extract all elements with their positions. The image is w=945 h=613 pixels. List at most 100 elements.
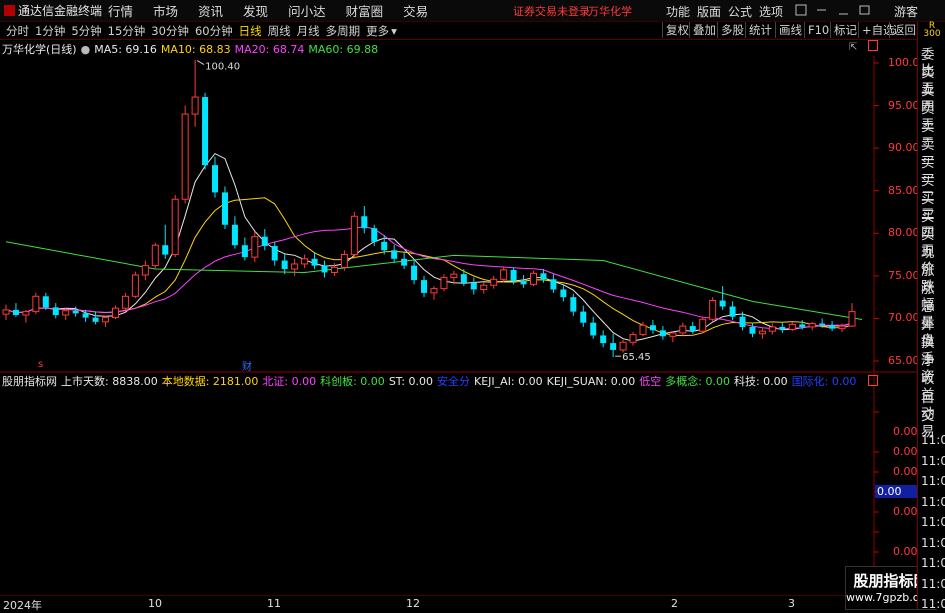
candle-body-24 bbox=[241, 245, 248, 258]
annot-high-arrow bbox=[196, 60, 205, 66]
indicator-item-1: 上市天数: 8838.00 bbox=[61, 375, 158, 388]
period-multi[interactable]: 多周期 bbox=[326, 23, 361, 39]
candles bbox=[2, 59, 856, 358]
candle-body-84 bbox=[838, 325, 846, 330]
sidebar-label-22[interactable]: 11:08 bbox=[921, 453, 945, 469]
sidebar-label-29[interactable]: 11:08 bbox=[921, 596, 945, 612]
candle-body-44 bbox=[440, 277, 448, 290]
skin-icon[interactable] bbox=[795, 4, 807, 16]
menu-item-wealth[interactable]: 财富圈 bbox=[346, 1, 384, 20]
indicator-item-0: 股朋指标网 bbox=[2, 375, 57, 388]
period-weekly[interactable]: 周线 bbox=[268, 23, 291, 39]
y2-label-3: 0.00 bbox=[893, 505, 918, 518]
candle-body-3 bbox=[32, 295, 40, 313]
sidebar-label-21[interactable]: 11:08 bbox=[921, 432, 945, 448]
s-marker[interactable]: s bbox=[38, 359, 43, 370]
candle-body-63 bbox=[629, 334, 637, 343]
candle-body-85 bbox=[848, 311, 856, 327]
sidebar-label-25[interactable]: 11:08 bbox=[921, 514, 945, 530]
menu-function[interactable]: 功能 bbox=[666, 3, 690, 20]
candle-body-69 bbox=[689, 326, 696, 332]
period-tick[interactable]: 分时 bbox=[6, 23, 29, 39]
period-more[interactable]: 更多 bbox=[366, 23, 389, 39]
menu-options[interactable]: 选项 bbox=[759, 3, 783, 20]
candle-body-82 bbox=[819, 323, 826, 326]
restore-rights-button[interactable]: 复权 bbox=[662, 22, 692, 38]
candle-body-26 bbox=[261, 236, 268, 247]
candle-body-51 bbox=[510, 269, 517, 281]
period-monthly[interactable]: 月线 bbox=[297, 23, 320, 39]
back-button[interactable]: 返回 bbox=[889, 22, 919, 38]
candle-body-28 bbox=[281, 260, 288, 270]
y-label-0: 100.0 bbox=[888, 56, 920, 69]
indicator-item-12: 国际化: 0.00 bbox=[791, 375, 857, 388]
candle-body-46 bbox=[460, 274, 467, 283]
period-5min[interactable]: 5分钟 bbox=[71, 23, 101, 39]
sidebar-label-24[interactable]: 11:08 bbox=[921, 494, 945, 510]
period-daily[interactable]: 日线 bbox=[239, 23, 262, 39]
candle-body-37 bbox=[371, 228, 378, 242]
menu-item-ask[interactable]: 问小达 bbox=[288, 1, 326, 20]
candle-body-27 bbox=[271, 246, 278, 261]
sidebar-top-tag[interactable]: R 300 bbox=[918, 22, 945, 39]
candle-body-17 bbox=[171, 198, 179, 256]
overlay-button[interactable]: 叠加 bbox=[689, 22, 719, 38]
cai-marker[interactable]: 财 bbox=[242, 358, 252, 373]
quote-sidebar: R 300 委比 卖五 卖四 卖三 卖二 卖一 买一 买二 买三 买四 买五 现价 涨跌 涨幅 总量 外盘 换手… bbox=[917, 22, 945, 612]
draw-line-button[interactable]: 画线 bbox=[775, 22, 805, 38]
pane-expand-icon[interactable]: ⇱ bbox=[849, 42, 857, 53]
candle-body-41 bbox=[411, 265, 418, 281]
candle-body-45 bbox=[450, 273, 458, 279]
guest-label[interactable]: 游客 bbox=[894, 3, 918, 20]
pane-close-icon[interactable] bbox=[868, 40, 878, 51]
candle-body-21 bbox=[212, 165, 219, 193]
indicator-close-icon[interactable] bbox=[868, 375, 878, 386]
period-60min[interactable]: 60分钟 bbox=[195, 23, 233, 39]
indicator-item-7: KEJI_AI: 0.00 bbox=[474, 374, 543, 388]
indicator-item-5: ST: 0.00 bbox=[388, 374, 434, 388]
period-15min[interactable]: 15分钟 bbox=[108, 23, 146, 39]
menu-item-trade[interactable]: 交易 bbox=[403, 1, 428, 20]
menu-item-market[interactable]: 市场 bbox=[153, 1, 178, 20]
x-tick-3: 3 bbox=[788, 597, 795, 610]
candle-body-43 bbox=[430, 288, 438, 294]
menu-layout[interactable]: 版面 bbox=[697, 3, 721, 20]
candle-body-58 bbox=[580, 311, 587, 323]
kline-chart[interactable]: 100.40 65.45 bbox=[0, 56, 917, 596]
indicator-item-4: 科创板: 0.00 bbox=[320, 375, 385, 388]
mark-button[interactable]: 标记 bbox=[830, 22, 860, 38]
candle-body-66 bbox=[659, 330, 666, 337]
chart-header: 万华化学(日线) ● MA5: 69.16 MA10: 68.83 MA20: … bbox=[2, 42, 378, 57]
maximize-icon[interactable] bbox=[859, 5, 870, 15]
period-bar: 分时 1分钟 5分钟 15分钟 30分钟 60分钟 日线 周线 月线 多周期 更… bbox=[0, 22, 945, 40]
candle-body-71 bbox=[709, 300, 717, 320]
chart-title: 万华化学(日线) bbox=[2, 43, 77, 56]
period-1min[interactable]: 1分钟 bbox=[35, 23, 65, 39]
candle-body-65 bbox=[649, 325, 656, 331]
menu-formula[interactable]: 公式 bbox=[728, 3, 752, 20]
candle-body-19 bbox=[191, 96, 199, 115]
menu-item-discover[interactable]: 发现 bbox=[243, 1, 268, 20]
y2-label-1: 0.00 bbox=[893, 445, 918, 458]
more-chevron-icon[interactable]: ▾ bbox=[391, 24, 397, 38]
indicator-header: 股朋指标网 上市天数: 8838.00 本地数据: 2181.00 北证: 0.00 科… bbox=[2, 374, 857, 389]
sidebar-label-23[interactable]: 11:08 bbox=[921, 473, 945, 489]
ma10-line bbox=[5, 197, 853, 337]
candle-body-74 bbox=[739, 316, 746, 327]
indicator-item-8: KEJI_SUAN: 0.00 bbox=[546, 374, 636, 388]
multi-stock-button[interactable]: 多股 bbox=[717, 22, 747, 38]
candle-body-50 bbox=[500, 269, 508, 280]
y-label-5: 75.00 bbox=[888, 268, 920, 282]
menu-item-market-quotes[interactable]: 行情 bbox=[108, 1, 133, 20]
sidebar-label-28[interactable]: 11:08 bbox=[921, 576, 945, 592]
period-30min[interactable]: 30分钟 bbox=[151, 23, 189, 39]
candle-body-55 bbox=[550, 279, 557, 290]
stats-button[interactable]: 统计 bbox=[745, 22, 775, 38]
sidebar-label-27[interactable]: 11:08 bbox=[921, 555, 945, 571]
menu-item-news[interactable]: 资讯 bbox=[198, 1, 223, 20]
login-alert[interactable]: 证券交易未登录 bbox=[513, 3, 590, 19]
settings-gear-icon[interactable]: ● bbox=[81, 43, 91, 56]
f10-button[interactable]: F10 bbox=[804, 22, 832, 38]
candle-body-36 bbox=[361, 216, 368, 229]
sidebar-label-26[interactable]: 11:08 bbox=[921, 535, 945, 551]
